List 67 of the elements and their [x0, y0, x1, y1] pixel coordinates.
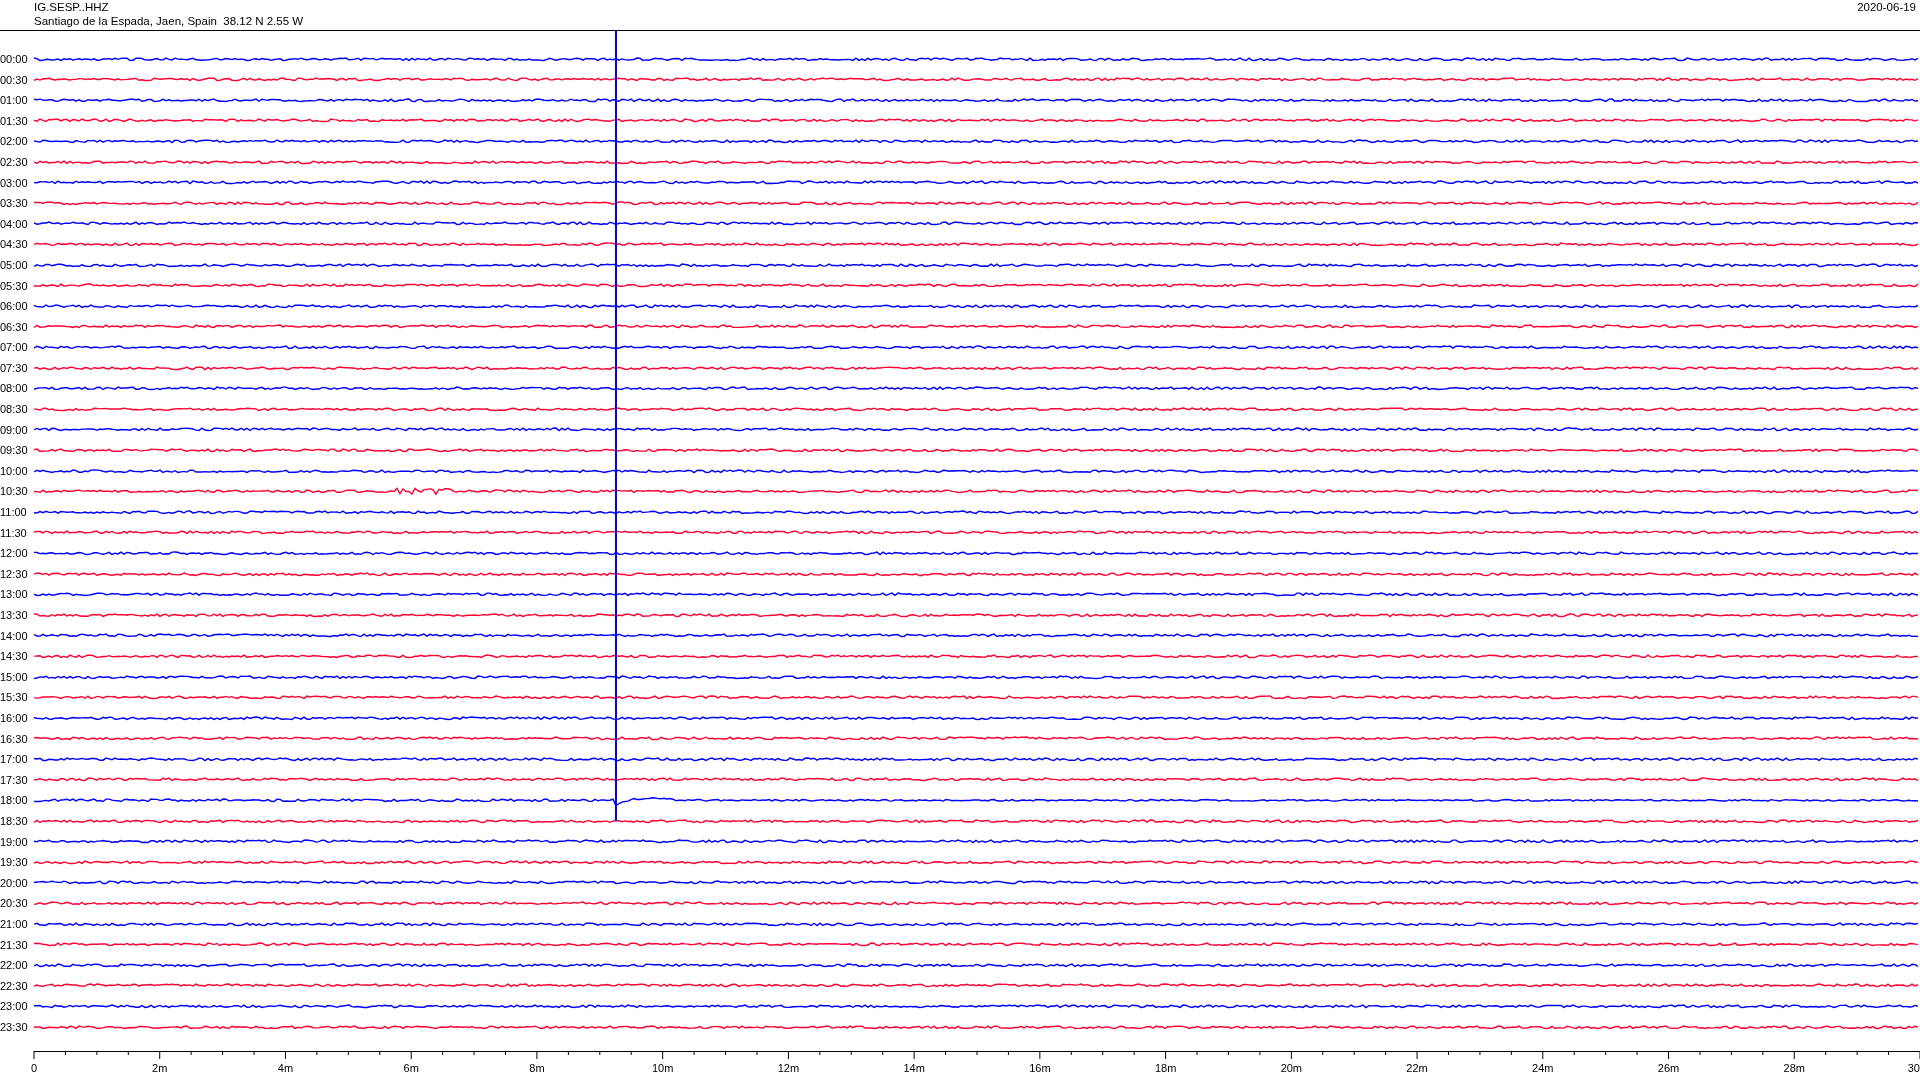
axis-tick-label: 24m [1532, 1062, 1554, 1075]
axis-tick-label: 26m [1657, 1062, 1680, 1075]
trace-time-label: 10:30 [0, 485, 29, 498]
trace-time-label: 13:30 [0, 609, 29, 621]
trace-time-label: 00:00 [0, 53, 29, 65]
trace-time-label: 21:00 [0, 917, 29, 930]
trace-time-label: 06:00 [0, 300, 29, 313]
axis-tick-label: 4m [277, 1062, 294, 1075]
trace-time-label: 06:30 [0, 320, 29, 333]
trace-time-label: 09:00 [0, 423, 29, 436]
axis-tick-label: 28m [1783, 1062, 1805, 1075]
trace-time-label: 20:30 [0, 897, 29, 910]
axis-tick-label: 22m [1406, 1062, 1428, 1075]
trace-time-label: 09:30 [0, 444, 29, 457]
axis-tick-label: 12m [777, 1062, 800, 1075]
axis-tick-label: 16m [1029, 1062, 1051, 1075]
axis-tick-label: 6m [403, 1062, 419, 1075]
trace-time-label: 17:30 [0, 773, 29, 786]
trace-time-label: 01:30 [0, 114, 29, 127]
trace-time-label: 03:00 [0, 176, 29, 189]
trace-time-label: 15:00 [0, 670, 29, 683]
trace-time-label: 04:00 [0, 217, 29, 230]
trace-time-label: 05:30 [0, 279, 29, 292]
trace-time-label: 07:30 [0, 361, 29, 374]
trace-time-label: 19:00 [0, 835, 29, 848]
trace-time-label: 12:00 [0, 547, 29, 560]
trace-time-label: 03:30 [0, 197, 29, 210]
trace-time-label: 05:00 [0, 258, 29, 271]
trace-time-label: 23:30 [0, 1020, 29, 1033]
trace-time-label: 18:00 [0, 794, 29, 807]
axis-tick-label: 20m [1280, 1062, 1303, 1075]
trace-time-label: 11:00 [0, 506, 28, 519]
trace-time-label: 08:30 [0, 403, 29, 416]
axis-tick-label: 2m [152, 1062, 168, 1075]
axis-tick-label: 0 [30, 1062, 38, 1075]
trace-time-label: 01:00 [0, 94, 29, 107]
trace-time-label: 14:00 [0, 629, 29, 642]
trace-time-label: 19:30 [0, 856, 29, 869]
trace-time-label: 18:30 [0, 814, 29, 827]
axis-tick-label: 30 [1907, 1062, 1920, 1075]
trace-time-label: 21:30 [0, 938, 29, 951]
trace-time-label: 02:30 [0, 155, 29, 168]
trace-time-label: 22:00 [0, 959, 29, 972]
axis-tick-label: 10m [651, 1062, 674, 1075]
trace-time-label: 04:30 [0, 238, 29, 251]
axis-tick-label: 8m [529, 1062, 545, 1075]
trace-time-label: 23:00 [0, 1000, 29, 1013]
trace-time-label: 00:30 [0, 73, 29, 86]
trace-time-label: 17:00 [0, 753, 29, 766]
trace-time-label: 13:00 [0, 588, 29, 601]
axis-tick-label: 14m [903, 1062, 925, 1075]
trace-time-label: 12:30 [0, 567, 29, 580]
trace-time-label: 14:30 [0, 650, 29, 663]
trace-time-label: 22:30 [0, 979, 29, 992]
trace-time-label: 20:00 [0, 876, 29, 889]
station-code: IG.SESP..HHZ [34, 0, 110, 14]
record-date: 2020-06-19 [1857, 0, 1916, 15]
trace-time-label: 11:30 [0, 526, 28, 539]
trace-time-label: 16:30 [0, 732, 29, 745]
axis-tick-label: 18m [1154, 1062, 1177, 1075]
trace-time-label: 02:00 [0, 135, 29, 148]
trace-time-label: 15:30 [0, 691, 29, 704]
trace-time-label: 08:00 [0, 382, 29, 395]
trace-time-label: 16:00 [0, 712, 29, 724]
station-location: Santiago de la Espada, Jaen, Spain 38.12 N 2.55 W [34, 14, 304, 28]
trace-time-label: 10:00 [0, 464, 29, 477]
trace-time-label: 07:00 [0, 341, 29, 354]
